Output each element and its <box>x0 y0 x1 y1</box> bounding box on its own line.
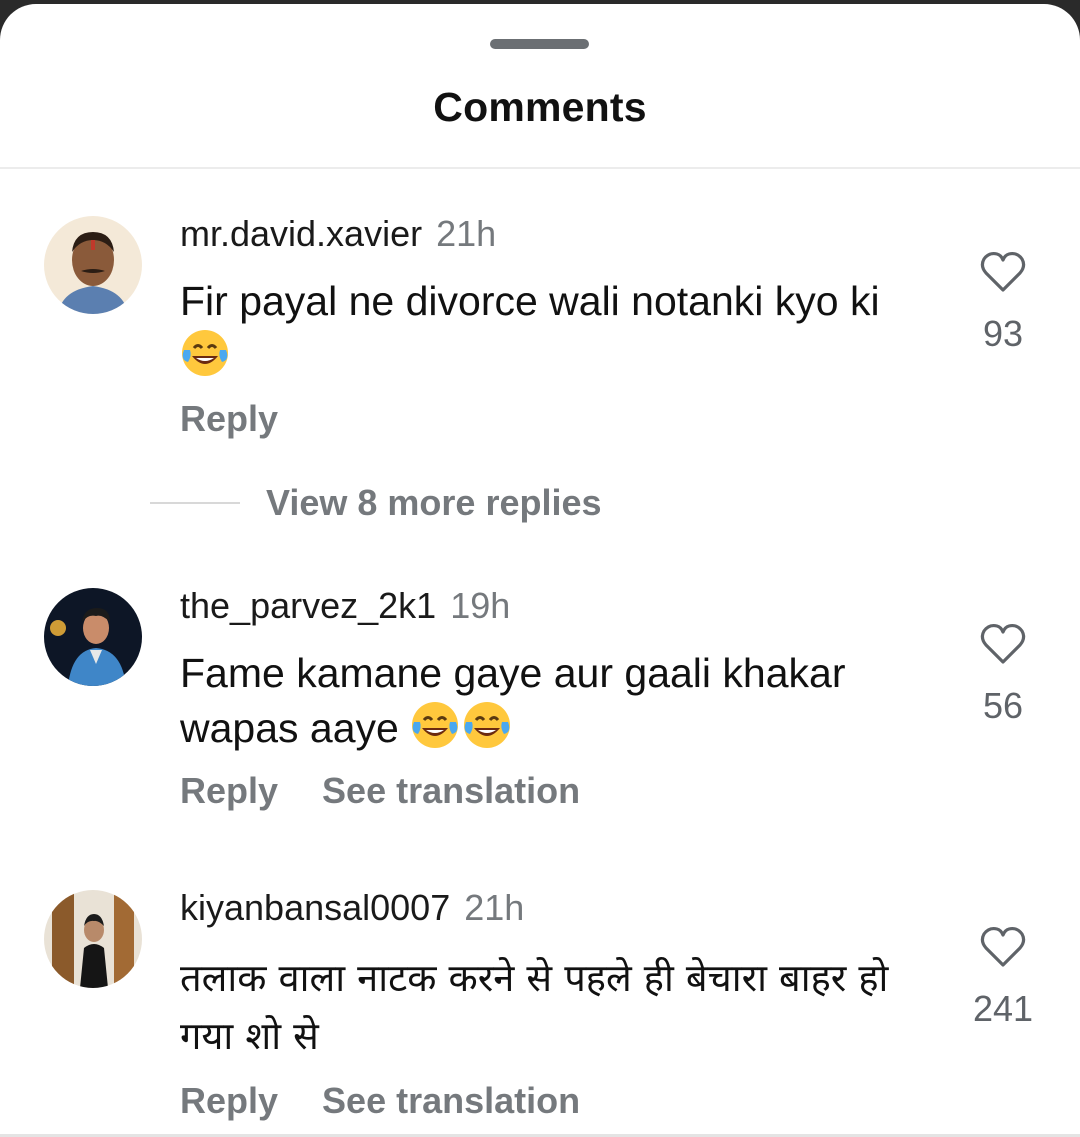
avatar[interactable] <box>44 588 142 686</box>
view-replies[interactable]: View 8 more replies <box>150 482 602 524</box>
username[interactable]: mr.david.xavier <box>180 213 422 254</box>
comment-body: Fir payal ne divorce wali notanki kyo ki <box>180 278 880 324</box>
comment-meta: kiyanbansal0007 21h <box>180 887 524 929</box>
view-replies-button[interactable]: View 8 more replies <box>266 482 602 523</box>
comment-actions: Reply See translation <box>180 1080 580 1122</box>
comment-actions: Reply See translation <box>180 770 580 812</box>
avatar[interactable] <box>44 216 142 314</box>
heart-outline-icon[interactable] <box>960 926 1046 968</box>
like-count: 241 <box>972 988 1034 1029</box>
heart-outline-icon[interactable] <box>960 251 1046 293</box>
username[interactable]: the_parvez_2k1 <box>180 585 436 626</box>
like-control: 241 <box>960 926 1046 1030</box>
reply-button[interactable]: Reply <box>180 398 278 439</box>
avatar[interactable] <box>44 890 142 988</box>
comment-meta: mr.david.xavier 21h <box>180 213 496 255</box>
header-divider <box>0 167 1080 169</box>
timestamp: 21h <box>436 213 497 254</box>
comment-text: Fame kamane gaye aur gaali khakar wapas … <box>180 646 940 755</box>
comment-actions: Reply <box>180 398 278 440</box>
laughing-tears-emoji <box>410 700 460 750</box>
comment-body: Fame kamane gaye aur gaali khakar wapas … <box>180 650 846 751</box>
laughing-tears-emoji <box>180 328 230 378</box>
comments-sheet: Comments mr.david.xavier 21h Fir payal ne… <box>0 4 1080 1137</box>
username[interactable]: kiyanbansal0007 <box>180 887 450 928</box>
laughing-tears-emoji <box>462 700 512 750</box>
reply-button[interactable]: Reply <box>180 1080 278 1121</box>
comment-meta: the_parvez_2k1 19h <box>180 585 510 627</box>
like-count: 93 <box>982 313 1024 354</box>
reply-button[interactable]: Reply <box>180 770 278 811</box>
like-control: 93 <box>960 251 1046 355</box>
see-translation-button[interactable]: See translation <box>322 1080 580 1121</box>
comment-text: Fir payal ne divorce wali notanki kyo ki <box>180 274 940 383</box>
replies-divider-line <box>150 502 240 504</box>
timestamp: 21h <box>464 887 525 928</box>
drag-handle[interactable] <box>490 39 589 49</box>
like-count: 56 <box>982 685 1024 726</box>
comment-body: तलाक वाला नाटक करने से पहले ही बेचारा बा… <box>180 956 889 1058</box>
comment-text: तलाक वाला नाटक करने से पहले ही बेचारा बा… <box>180 949 940 1065</box>
like-control: 56 <box>960 623 1046 727</box>
timestamp: 19h <box>450 585 511 626</box>
see-translation-button[interactable]: See translation <box>322 770 580 811</box>
sheet-title: Comments <box>433 84 647 130</box>
heart-outline-icon[interactable] <box>960 623 1046 665</box>
